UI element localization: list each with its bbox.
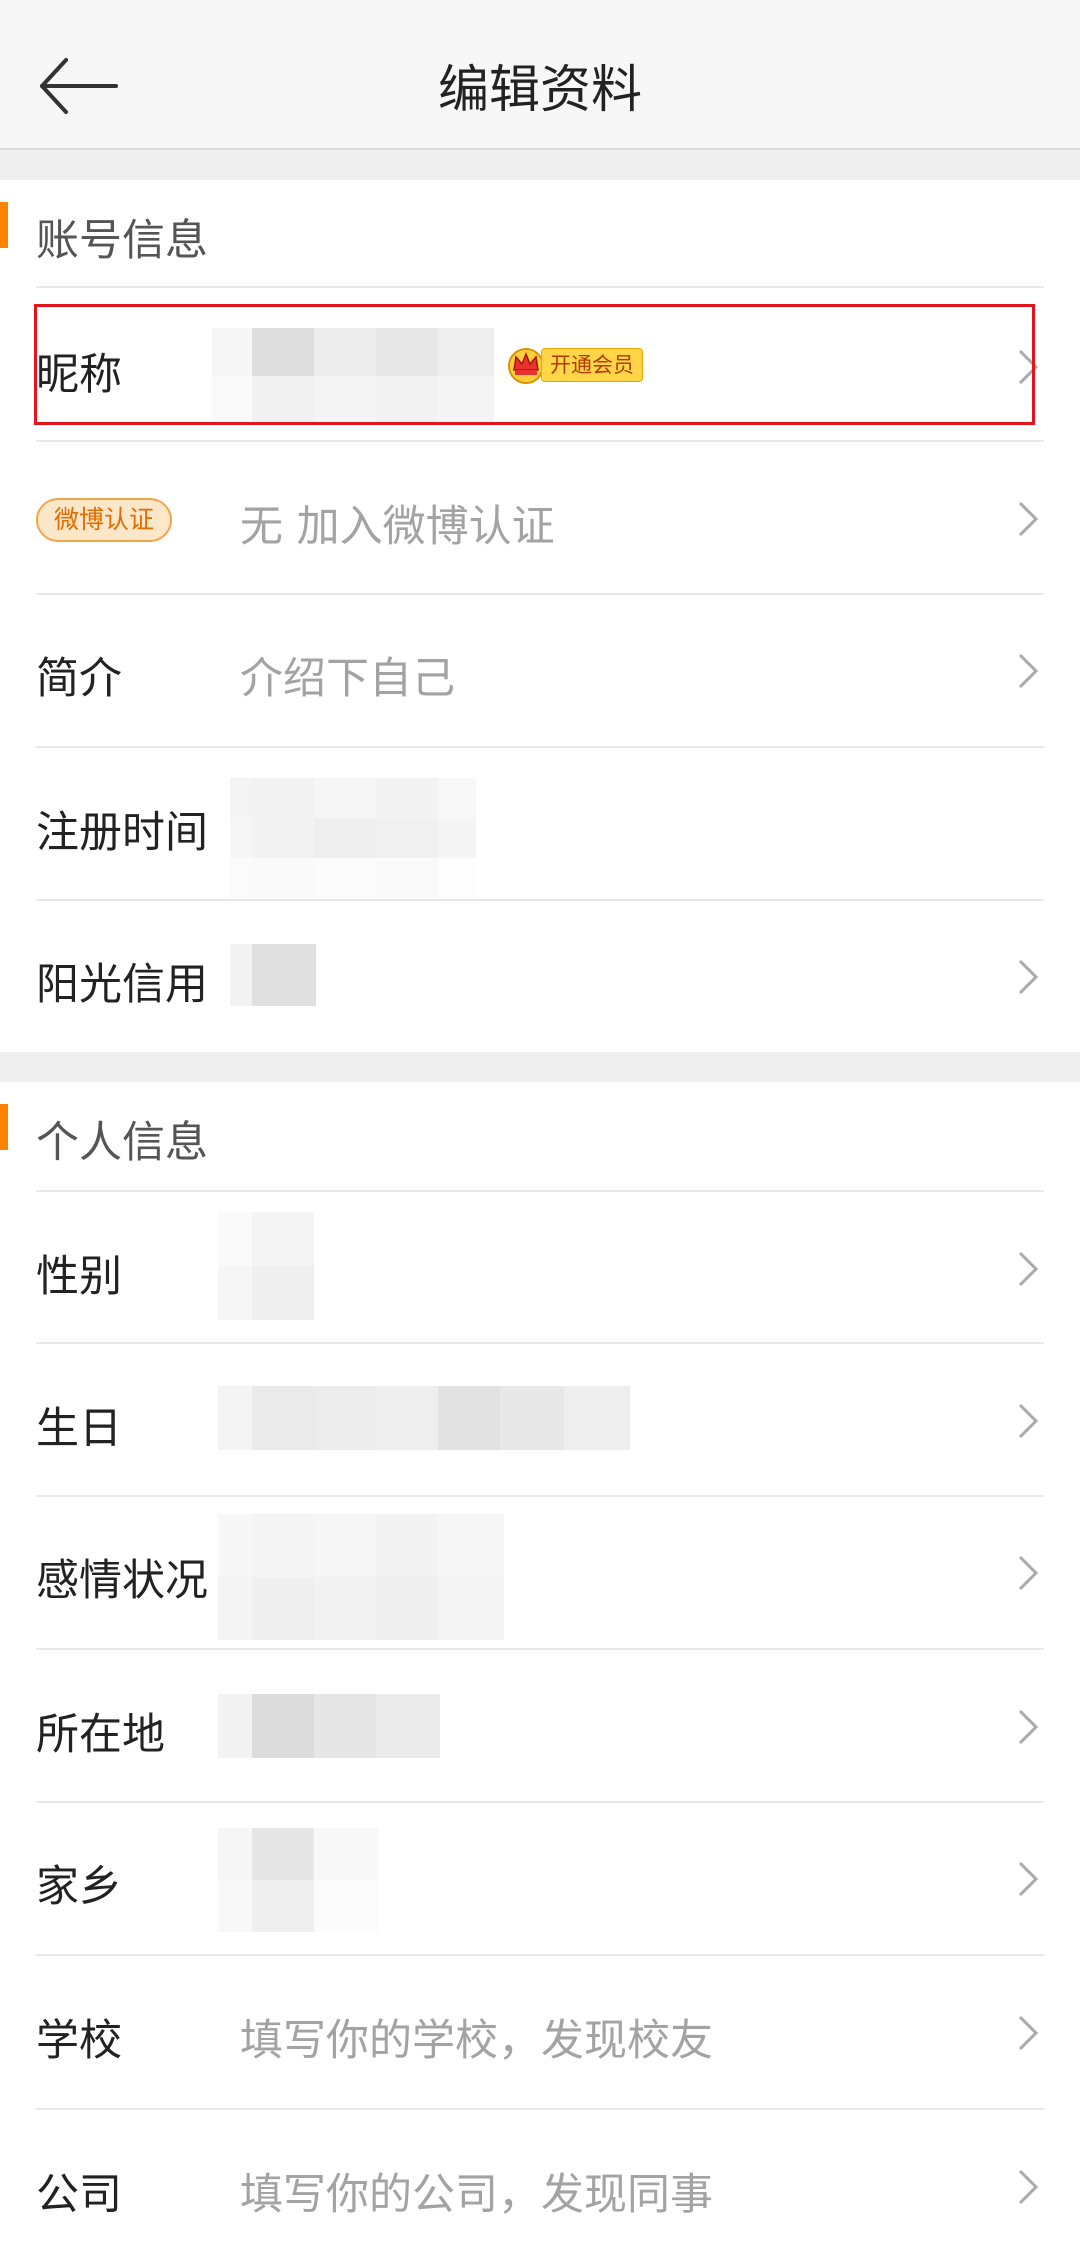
- divider: [36, 286, 1044, 288]
- weibo-verify-badge: 微博认证: [36, 498, 173, 542]
- hometown-value-blurred: [218, 1828, 378, 1932]
- register-time-row: 注册时间: [0, 750, 1080, 902]
- gender-value-blurred: [218, 1212, 314, 1320]
- chevron-right-icon: [1018, 1709, 1039, 1745]
- school-row[interactable]: 学校 填写你的学校，发现校友: [0, 1958, 1080, 2110]
- chevron-right-icon: [1018, 501, 1039, 537]
- nickname-highlight-box: [34, 304, 1035, 425]
- hometown-label: 家乡: [36, 1862, 122, 1912]
- hometown-row[interactable]: 家乡: [0, 1804, 1080, 1956]
- top-bar: 编辑资料: [0, 0, 1080, 150]
- chevron-right-icon: [1018, 2169, 1039, 2205]
- divider: [36, 1801, 1044, 1803]
- location-label: 所在地: [36, 1710, 165, 1760]
- divider: [36, 440, 1044, 442]
- page-title: 编辑资料: [437, 61, 642, 120]
- relationship-row[interactable]: 感情状况: [0, 1498, 1080, 1650]
- section-accent-bar: [0, 1104, 8, 1150]
- relationship-value-blurred: [218, 1514, 504, 1640]
- divider: [36, 1495, 1044, 1497]
- section-gap: [0, 1052, 1080, 1082]
- section-gap: [0, 150, 1080, 180]
- divider: [36, 1190, 1044, 1192]
- relationship-label: 感情状况: [36, 1556, 208, 1606]
- register-time-value-blurred: [230, 778, 476, 898]
- chevron-right-icon: [1018, 1251, 1039, 1287]
- divider: [36, 899, 1044, 901]
- divider: [36, 1648, 1044, 1650]
- bio-label: 简介: [36, 654, 122, 704]
- chevron-right-icon: [1018, 653, 1039, 689]
- chevron-right-icon: [1018, 1861, 1039, 1897]
- section-title: 账号信息: [36, 216, 208, 266]
- divider: [36, 1954, 1044, 1956]
- company-placeholder: 填写你的公司，发现同事: [240, 2170, 713, 2220]
- section-accent-bar: [0, 202, 8, 248]
- sunshine-credit-row[interactable]: 阳光信用: [0, 902, 1080, 1054]
- company-row[interactable]: 公司 填写你的公司，发现同事: [0, 2112, 1080, 2264]
- gender-row[interactable]: 性别: [0, 1194, 1080, 1346]
- birthday-row[interactable]: 生日: [0, 1346, 1080, 1498]
- gender-label: 性别: [36, 1252, 122, 1302]
- register-time-label: 注册时间: [36, 808, 208, 858]
- divider: [36, 593, 1044, 595]
- divider: [36, 2108, 1044, 2110]
- divider: [36, 1342, 1044, 1344]
- bio-row[interactable]: 简介 介绍下自己: [0, 596, 1080, 748]
- section-title: 个人信息: [36, 1118, 208, 1168]
- birthday-value-blurred: [218, 1386, 630, 1450]
- school-label: 学校: [36, 2016, 122, 2066]
- chevron-right-icon: [1018, 2015, 1039, 2051]
- location-value-blurred: [218, 1694, 440, 1758]
- credit-label: 阳光信用: [36, 960, 208, 1010]
- company-label: 公司: [36, 2170, 122, 2220]
- verify-value: 无 加入微博认证: [240, 502, 555, 552]
- school-placeholder: 填写你的学校，发现校友: [240, 2016, 713, 2066]
- credit-value-blurred: [230, 944, 316, 1006]
- divider: [36, 746, 1044, 748]
- weibo-verify-row[interactable]: 微博认证 无 加入微博认证: [0, 444, 1080, 596]
- location-row[interactable]: 所在地: [0, 1652, 1080, 1804]
- chevron-right-icon: [1018, 959, 1039, 995]
- chevron-right-icon: [1018, 1555, 1039, 1591]
- bio-placeholder: 介绍下自己: [240, 654, 455, 704]
- personal-section: 个人信息 性别 生日 感情状况 所在地 家乡 学校 填写你的学校，发现校友 公司…: [0, 1082, 1080, 2250]
- chevron-right-icon: [1018, 1403, 1039, 1439]
- birthday-label: 生日: [36, 1404, 122, 1454]
